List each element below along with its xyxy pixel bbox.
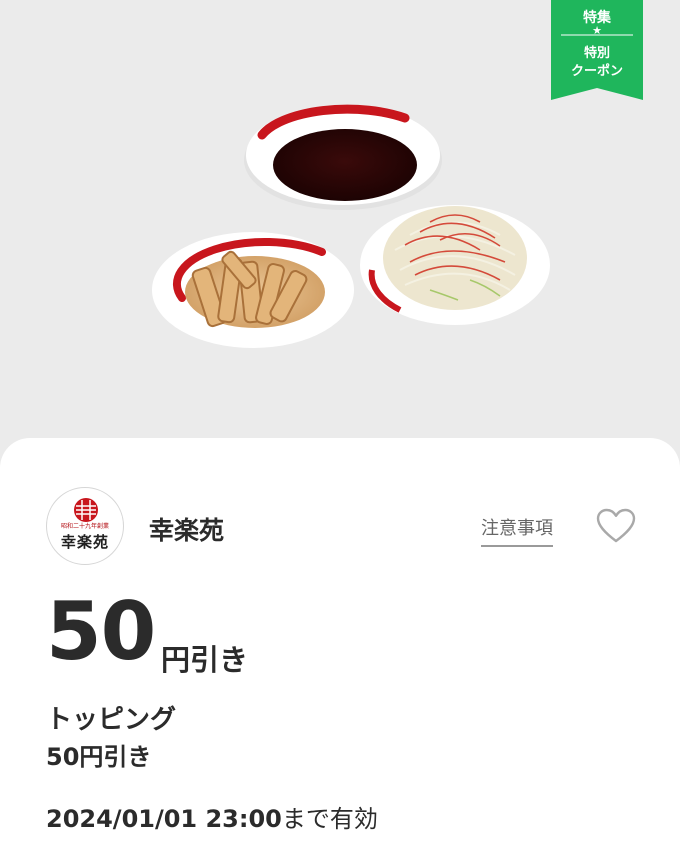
soy-sauce-dish	[244, 104, 442, 210]
discount-amount: 50	[46, 585, 156, 678]
shop-logo: 昭和二十九年創業 幸楽苑	[46, 487, 124, 565]
validity-date: 2024/01/01 23:00	[46, 805, 282, 833]
notes-link[interactable]: 注意事項	[481, 514, 553, 547]
badge-special-label: 特別	[583, 46, 610, 61]
badge-star-icon: ★	[592, 24, 602, 37]
validity-suffix: まで有効	[281, 805, 378, 833]
coupon-item-title: トッピング	[46, 705, 177, 735]
negi-dish	[360, 205, 550, 325]
favorite-heart-icon[interactable]	[596, 508, 636, 544]
shop-name[interactable]: 幸楽苑	[149, 511, 224, 547]
badge-coupon-label: クーポン	[570, 64, 623, 79]
logo-shop-name: 幸楽苑	[60, 533, 109, 551]
discount-unit: 円引き	[161, 643, 249, 677]
logo-founding-text: 昭和二十九年創業	[60, 523, 109, 530]
menma-dish	[152, 232, 354, 348]
validity-text: 2024/01/01 23:00まで有効	[46, 799, 378, 834]
coupon-item-subtitle: 50円引き	[46, 743, 152, 771]
special-coupon-badge: 特集 ★ 特別 クーポン	[551, 0, 643, 100]
